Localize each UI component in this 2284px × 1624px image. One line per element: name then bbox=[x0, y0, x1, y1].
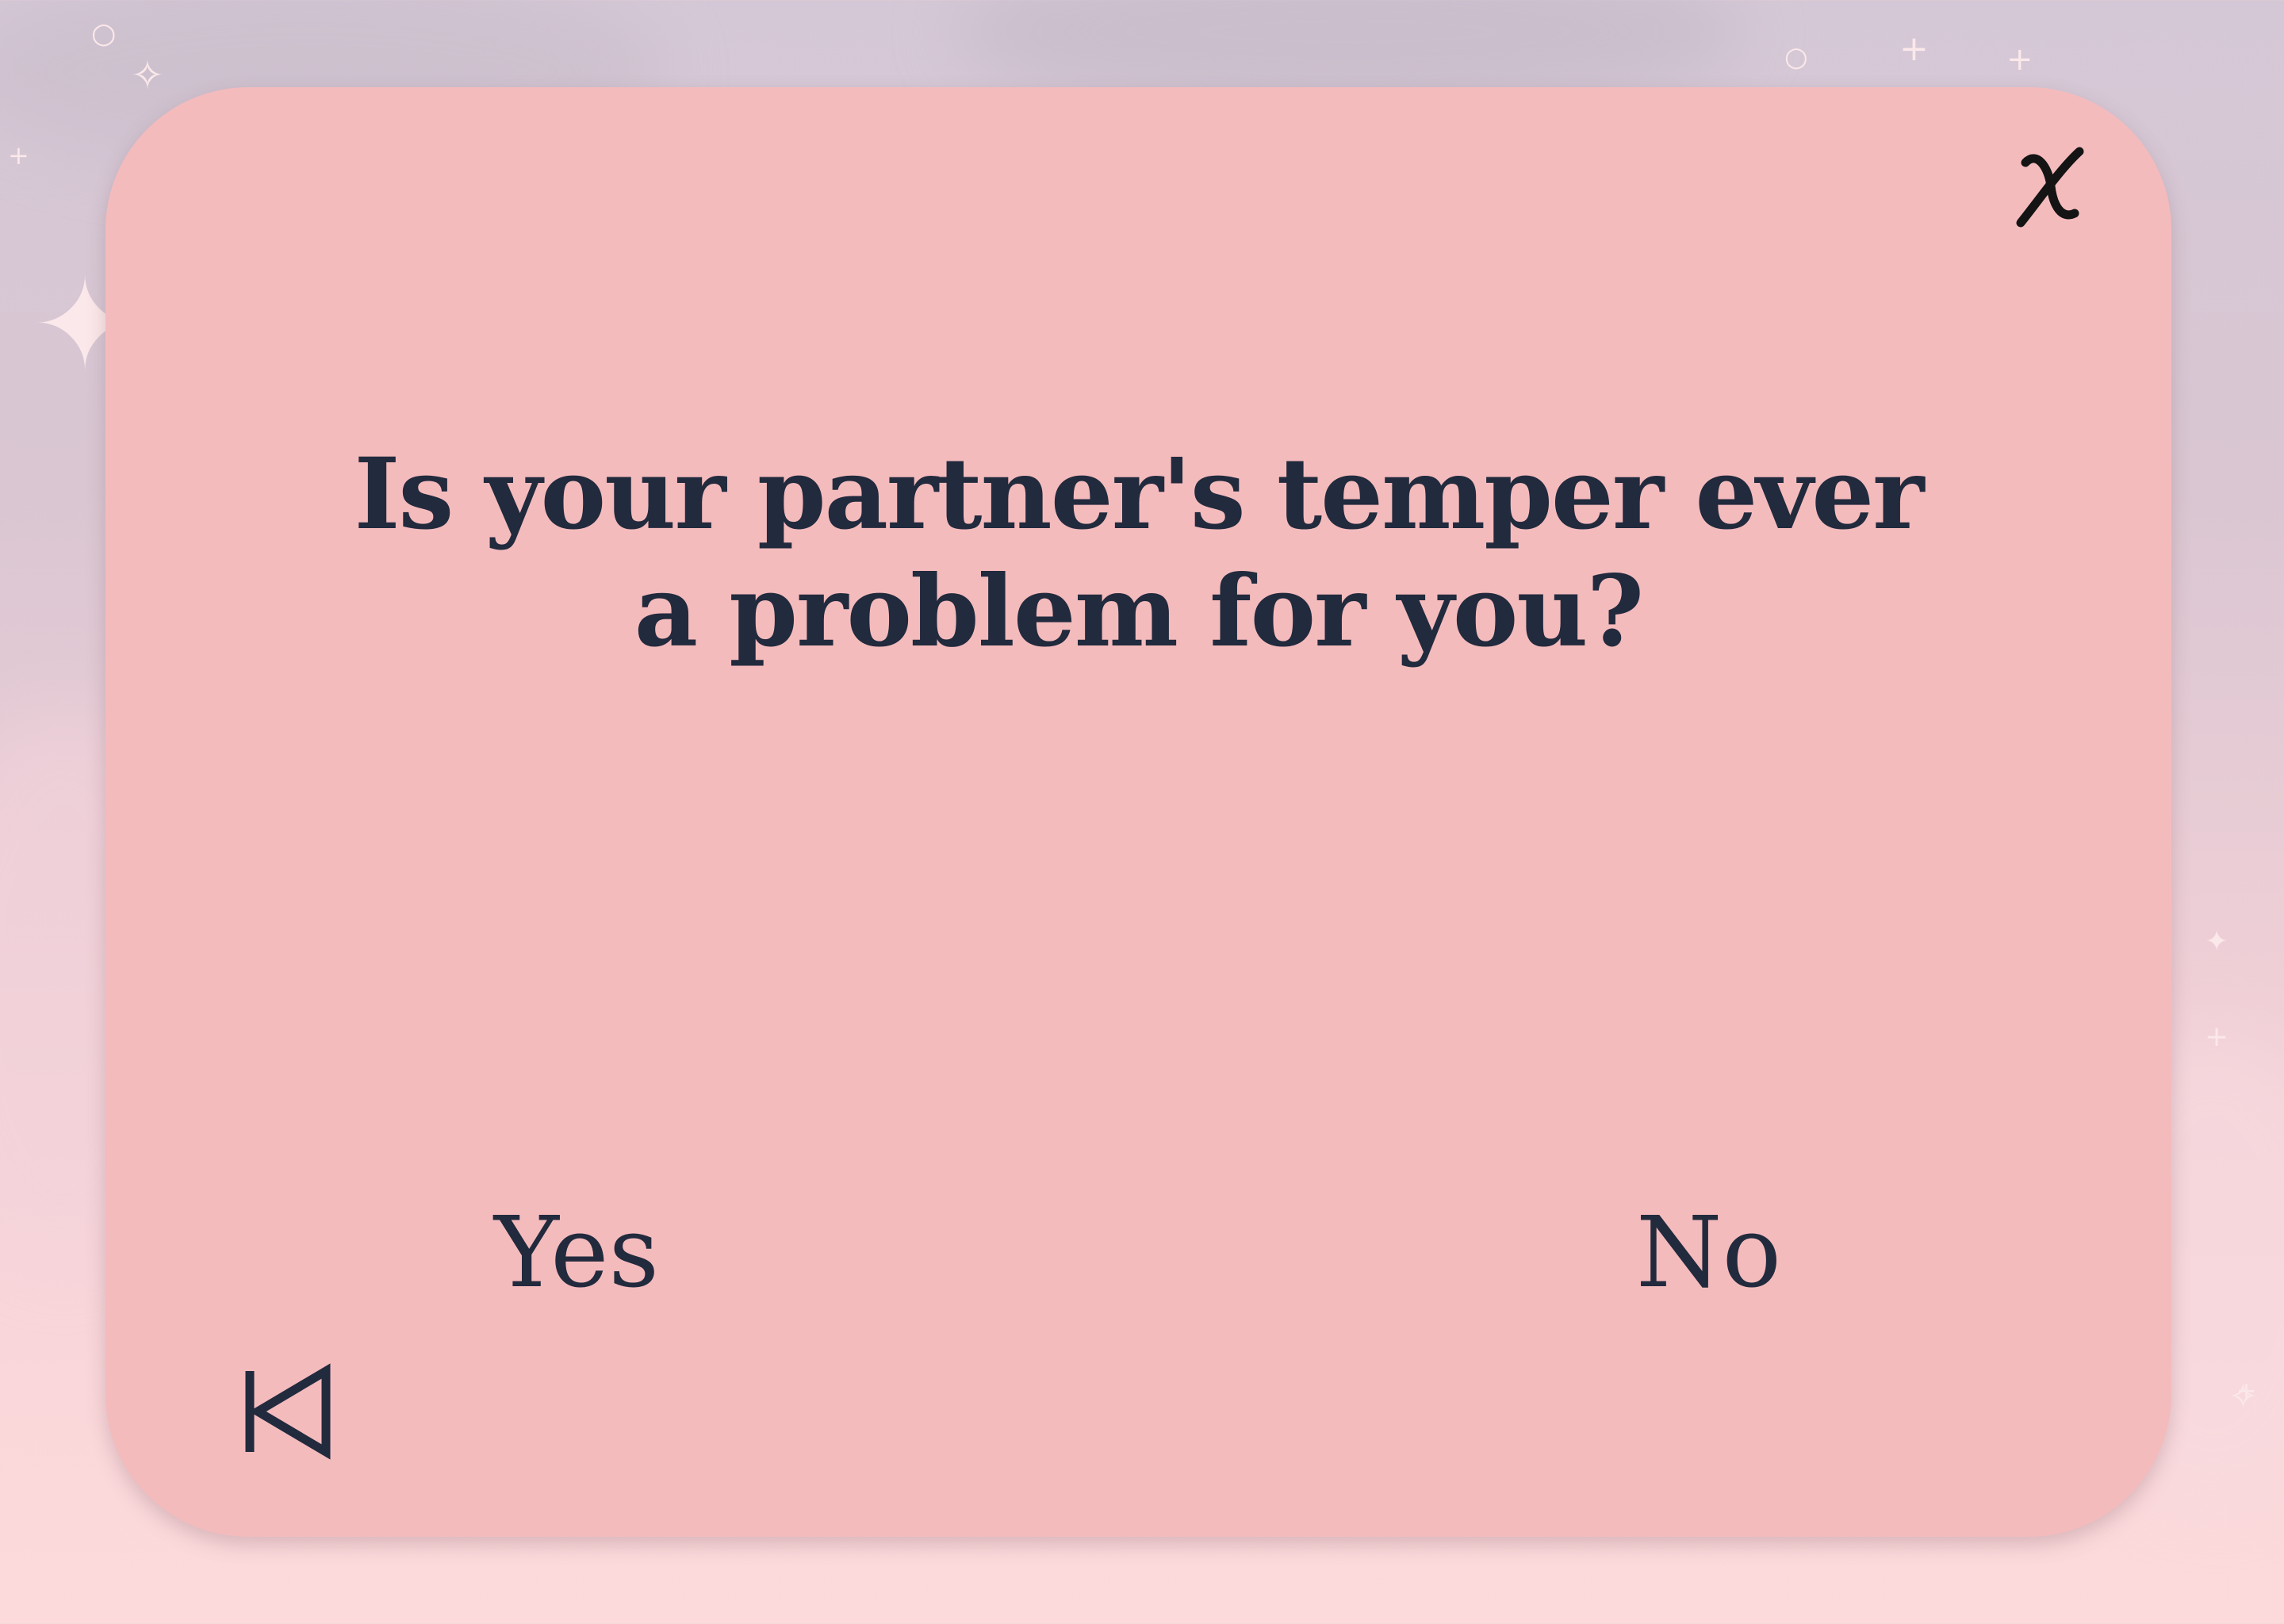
sparkle-icon: + bbox=[2236, 1377, 2257, 1405]
sparkle-icon: ○ bbox=[1784, 41, 1808, 73]
back-button[interactable] bbox=[232, 1352, 343, 1463]
sparkle-icon: + bbox=[2006, 41, 2033, 78]
sparkle-icon: + bbox=[1899, 29, 1929, 69]
close-button[interactable] bbox=[2005, 131, 2092, 234]
sparkle-icon: + bbox=[8, 140, 29, 170]
yes-button[interactable]: Yes bbox=[486, 1197, 667, 1308]
sparkle-icon: + bbox=[2205, 1021, 2229, 1053]
question-card: Is your partner's temper ever a problem … bbox=[105, 87, 2171, 1537]
sparkle-icon: ○ bbox=[91, 17, 117, 50]
sparkle-icon: ✧ bbox=[131, 52, 164, 98]
skip-back-icon bbox=[245, 1363, 331, 1460]
no-button[interactable]: No bbox=[1628, 1197, 1789, 1308]
question-text: Is your partner's temper ever a problem … bbox=[354, 437, 1924, 669]
sparkle-icon: ✦ bbox=[2205, 925, 2229, 958]
close-x-icon bbox=[2016, 147, 2084, 228]
